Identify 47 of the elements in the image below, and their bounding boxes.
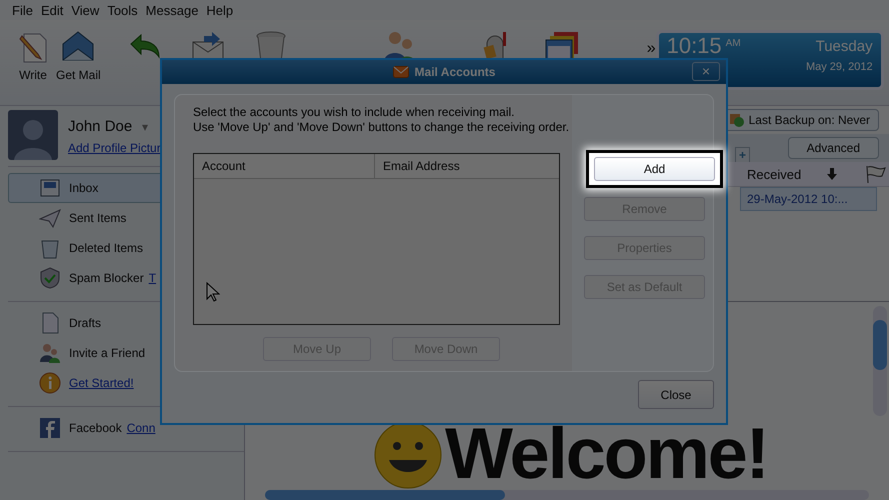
clock-date: May 29, 2012: [806, 61, 873, 73]
sidebar-item[interactable]: Invite a Friend: [8, 338, 244, 368]
profile-name: John Doe: [68, 118, 132, 135]
avatar-silhouette-icon: [8, 110, 58, 160]
advanced-button[interactable]: Advanced: [788, 137, 879, 159]
overflow-chevron[interactable]: »: [646, 40, 656, 58]
facebook-icon: [39, 417, 61, 439]
inbox-icon: [39, 177, 61, 199]
menu-item[interactable]: Tools: [103, 2, 142, 18]
dialog-title: Mail Accounts: [414, 65, 496, 79]
column-header[interactable]: Email Address: [375, 154, 460, 178]
accounts-list[interactable]: Account Email Address: [193, 153, 560, 325]
sidebar-item[interactable]: Get Started!: [8, 368, 244, 398]
flag-icon[interactable]: [865, 165, 888, 183]
toolbar-button[interactable]: Get Mail: [56, 30, 101, 82]
instruction-text: Select the accounts you wish to include when receiving mail.: [193, 105, 516, 120]
menu-item[interactable]: File: [8, 2, 37, 18]
info-icon: [39, 372, 61, 394]
column-header[interactable]: Received: [747, 166, 802, 182]
close-button[interactable]: ×: [692, 62, 720, 81]
shield-icon: [39, 267, 61, 289]
message-row[interactable]: 29-May-2012 10:...: [740, 187, 877, 211]
people-icon: [39, 342, 61, 364]
clock-time: 10:15: [666, 34, 722, 58]
clock-ampm: AM: [726, 38, 741, 49]
vertical-scrollbar[interactable]: [873, 306, 887, 416]
menu-item[interactable]: Message: [142, 2, 202, 18]
instruction-text: Use 'Move Up' and 'Move Down' buttons to change the receiving order.: [193, 120, 570, 135]
dialog-button[interactable]: Add: [594, 157, 715, 181]
menu-item[interactable]: View: [67, 2, 104, 18]
sort-down-arrow-icon[interactable]: [827, 168, 838, 180]
column-header[interactable]: Account: [194, 154, 375, 178]
sidebar-link[interactable]: Conn: [126, 421, 156, 435]
caret-icon[interactable]: ▾: [142, 120, 148, 134]
sidebar-link[interactable]: T: [148, 271, 156, 285]
add-profile-picture-link[interactable]: Add Profile Pictur: [68, 141, 161, 155]
mouse-cursor-icon: [206, 282, 220, 302]
envelope-icon: [392, 66, 409, 78]
backup-icon: [728, 112, 745, 128]
close-dialog-button[interactable]: Close: [638, 380, 714, 409]
welcome-heading: Welcome!: [445, 418, 768, 490]
clock-day: Tuesday: [816, 38, 873, 55]
menu-item[interactable]: Help: [202, 2, 238, 18]
menu-item[interactable]: Edit: [36, 2, 68, 18]
horizontal-scrollbar[interactable]: [265, 490, 869, 500]
sidebar-item[interactable]: Facebook Conn: [8, 413, 244, 443]
toolbar-button[interactable]: Write: [16, 30, 50, 82]
